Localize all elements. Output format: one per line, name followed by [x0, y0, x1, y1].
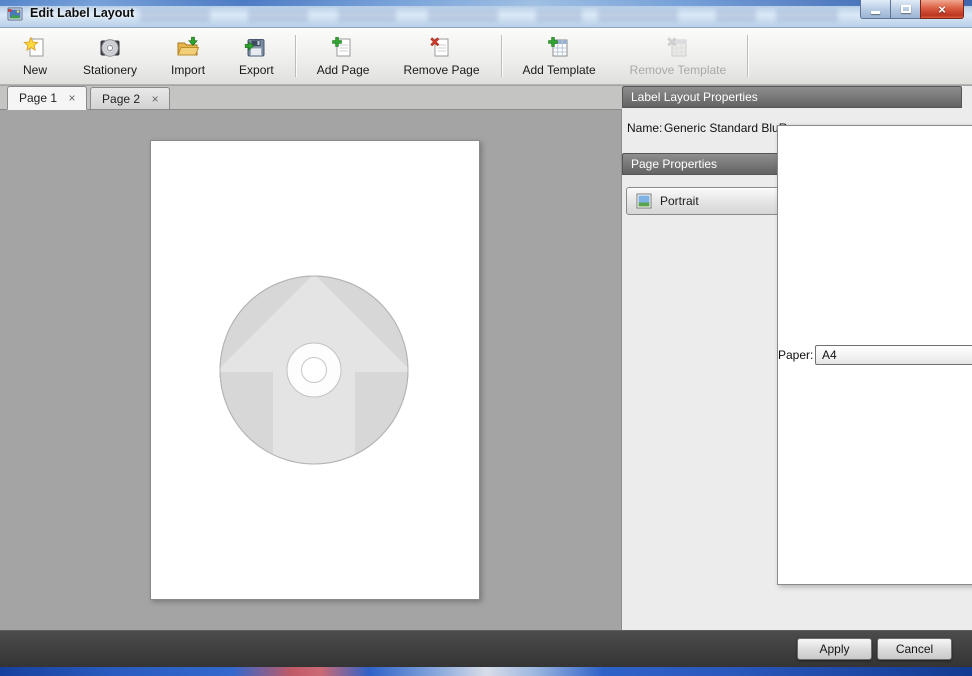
- disc-label-preview[interactable]: [151, 141, 479, 599]
- title-bar[interactable]: Edit Label Layout ×: [0, 0, 972, 28]
- footer-bar: Apply Cancel: [0, 630, 972, 667]
- new-label: New: [23, 63, 47, 77]
- toolbar-separator: [501, 35, 502, 77]
- background-window-blur: [716, 9, 756, 22]
- new-button[interactable]: New: [4, 28, 66, 84]
- add-page-icon: [331, 36, 355, 60]
- import-label: Import: [171, 63, 205, 77]
- import-icon: [176, 36, 200, 60]
- stationery-label: Stationery: [83, 63, 137, 77]
- portrait-icon: [636, 193, 652, 209]
- background-window-blur: [338, 9, 396, 22]
- stationery-cd-icon: [98, 36, 122, 60]
- app-icon: [7, 6, 23, 22]
- paper-select[interactable]: A4: [815, 345, 972, 365]
- tab-page-2[interactable]: Page 2 ×: [90, 87, 170, 109]
- export-icon: [244, 36, 268, 60]
- export-button[interactable]: Export: [222, 28, 291, 84]
- properties-panel: Label Layout Properties Name: Generic St…: [622, 86, 972, 630]
- import-button[interactable]: Import: [154, 28, 222, 84]
- add-page-button[interactable]: Add Page: [300, 28, 387, 84]
- maximize-button[interactable]: [890, 0, 920, 19]
- background-window-blur: [248, 9, 308, 22]
- toolbar: New Stationery Import: [0, 28, 972, 85]
- tab-page-1-label: Page 1: [19, 91, 57, 105]
- remove-template-button: Remove Template: [613, 28, 744, 84]
- glass-reflection: [0, 0, 972, 6]
- remove-page-button[interactable]: Remove Page: [386, 28, 496, 84]
- label-layout-properties-header: Label Layout Properties: [622, 86, 962, 108]
- add-page-label: Add Page: [317, 63, 370, 77]
- close-button[interactable]: ×: [920, 0, 964, 19]
- new-icon: [23, 36, 47, 60]
- tab-page-1[interactable]: Page 1 ×: [7, 86, 87, 110]
- portrait-label: Portrait: [660, 194, 699, 208]
- paper-sheet[interactable]: [150, 140, 480, 600]
- background-window-blur: [140, 9, 210, 22]
- add-template-button[interactable]: Add Template: [506, 28, 613, 84]
- window-title: Edit Label Layout: [30, 0, 134, 27]
- paper-selected-value: A4: [822, 348, 837, 362]
- tab-close-icon[interactable]: ×: [149, 92, 161, 106]
- minimize-icon: [871, 11, 880, 14]
- name-label: Name:: [627, 121, 664, 135]
- edit-label-layout-window: Edit Label Layout × New Stationery: [0, 0, 972, 676]
- remove-page-label: Remove Page: [403, 63, 479, 77]
- portrait-button[interactable]: Portrait: [626, 187, 790, 215]
- minimize-button[interactable]: [860, 0, 890, 19]
- apply-button[interactable]: Apply: [797, 638, 872, 660]
- tab-close-icon[interactable]: ×: [66, 91, 78, 105]
- add-template-icon: [547, 36, 571, 60]
- window-controls: ×: [860, 0, 964, 19]
- page-tab-bar: Page 1 × Page 2 ×: [0, 86, 622, 110]
- maximize-icon: [901, 5, 911, 13]
- toolbar-separator: [747, 35, 748, 77]
- background-window-blur: [536, 9, 582, 22]
- close-icon: ×: [938, 2, 946, 17]
- background-window-blur: [776, 9, 838, 22]
- tab-page-2-label: Page 2: [102, 92, 140, 106]
- desktop-background-strip: [0, 667, 972, 676]
- add-template-label: Add Template: [523, 63, 596, 77]
- remove-template-label: Remove Template: [630, 63, 727, 77]
- paper-row: Paper: A4: [777, 125, 972, 585]
- cancel-button[interactable]: Cancel: [877, 638, 952, 660]
- background-window-blur: [598, 9, 678, 22]
- remove-template-icon: [666, 36, 690, 60]
- layout-canvas[interactable]: [0, 110, 622, 630]
- background-window-blur: [428, 9, 498, 22]
- toolbar-separator: [295, 35, 296, 77]
- remove-page-icon: [429, 36, 453, 60]
- export-label: Export: [239, 63, 274, 77]
- stationery-button[interactable]: Stationery: [66, 28, 154, 84]
- paper-label: Paper:: [778, 348, 815, 362]
